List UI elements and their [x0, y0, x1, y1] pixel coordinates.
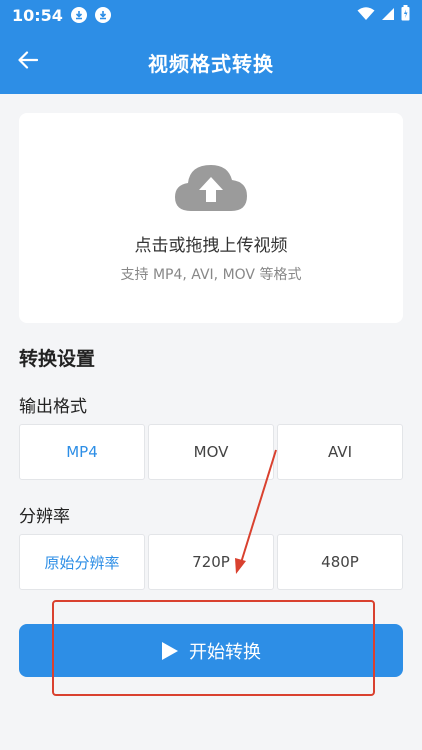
- status-time: 10:54: [12, 5, 63, 25]
- page-title: 视频格式转换: [148, 51, 274, 76]
- resolution-options: 原始分辨率 720P 480P: [19, 534, 403, 590]
- resolution-label: 分辨率: [19, 507, 70, 527]
- download-icon: [94, 7, 111, 23]
- status-icons: [357, 5, 410, 25]
- download-icon: [70, 7, 87, 23]
- upload-secondary-text: 支持 MP4, AVI, MOV 等格式: [120, 267, 302, 283]
- status-bar: 10:54: [0, 0, 422, 30]
- upload-primary-text: 点击或拖拽上传视频: [134, 236, 288, 256]
- output-format-label: 输出格式: [19, 397, 87, 417]
- start-conversion-label: 开始转换: [189, 641, 261, 663]
- battery-icon: [401, 5, 410, 25]
- wifi-icon: [357, 6, 375, 25]
- output-format-options: MP4 MOV AVI: [19, 424, 403, 480]
- app-bar: 10:54 视频格式转换: [0, 0, 422, 94]
- format-option-avi[interactable]: AVI: [277, 424, 403, 480]
- resolution-option-720p[interactable]: 720P: [148, 534, 274, 590]
- format-option-mp4[interactable]: MP4: [19, 424, 145, 480]
- back-button[interactable]: [10, 44, 46, 80]
- format-option-mov[interactable]: MOV: [148, 424, 274, 480]
- settings-title: 转换设置: [19, 348, 96, 370]
- upload-area[interactable]: 点击或拖拽上传视频 支持 MP4, AVI, MOV 等格式: [19, 113, 403, 323]
- resolution-option-original[interactable]: 原始分辨率: [19, 534, 145, 590]
- signal-icon: [381, 6, 395, 25]
- start-conversion-button[interactable]: 开始转换: [19, 624, 403, 677]
- arrow-left-icon: [18, 51, 39, 73]
- toolbar: 视频格式转换: [0, 30, 422, 94]
- play-icon: [161, 641, 179, 661]
- cloud-upload-icon: [173, 161, 249, 217]
- resolution-option-480p[interactable]: 480P: [277, 534, 403, 590]
